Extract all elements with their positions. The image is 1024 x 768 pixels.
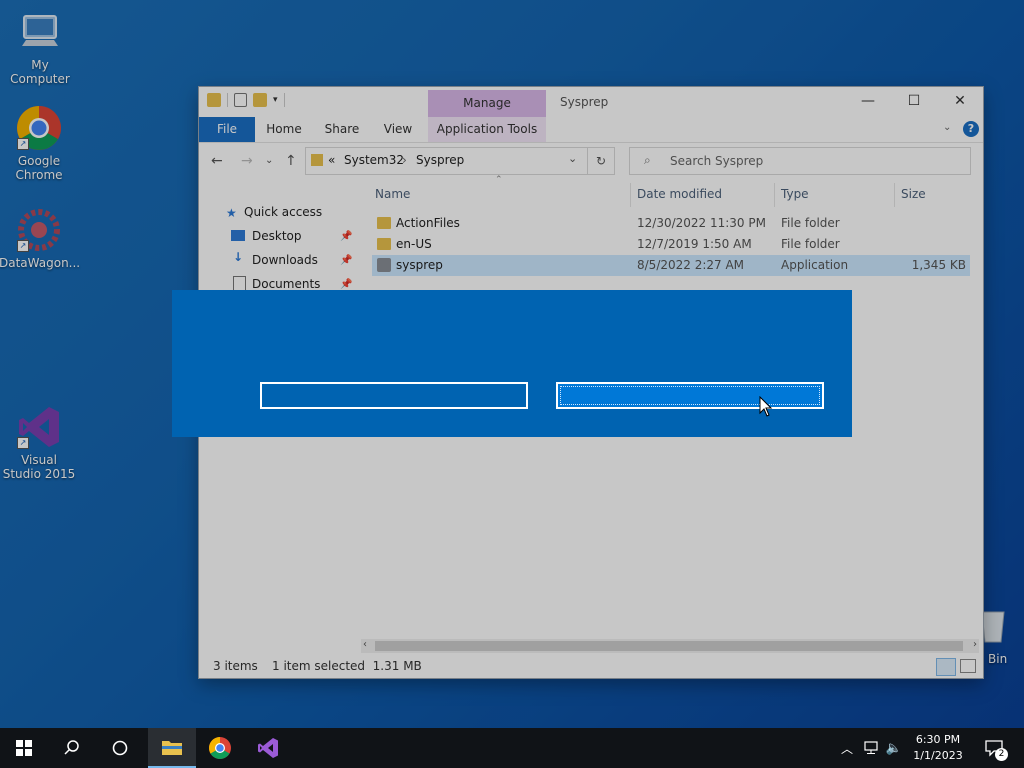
dialog-secondary-button[interactable]: [260, 382, 528, 409]
confirmation-dialog: [172, 290, 852, 437]
search-icon: [64, 740, 79, 755]
file-explorer-icon: [162, 741, 182, 755]
windows-logo-icon: [16, 740, 32, 756]
taskbar-file-explorer[interactable]: [148, 728, 196, 768]
show-hidden-icons-icon[interactable]: ︿: [838, 728, 856, 768]
clock-time: 6:30 PM: [915, 733, 961, 746]
mouse-cursor-icon: [759, 396, 773, 417]
task-view-button[interactable]: [96, 728, 144, 768]
system-clock[interactable]: 6:30 PM 1/1/2023: [898, 732, 978, 764]
taskbar: ︿ 🔈 6:30 PM 1/1/2023 2: [0, 728, 1024, 768]
taskbar-visual-studio[interactable]: [244, 728, 292, 768]
network-icon[interactable]: [860, 728, 882, 768]
dialog-primary-button[interactable]: [556, 382, 824, 409]
taskbar-chrome[interactable]: [196, 728, 244, 768]
action-center-icon[interactable]: 2: [980, 728, 1008, 768]
clock-date: 1/1/2023: [913, 749, 963, 762]
notification-badge: 2: [995, 748, 1008, 761]
visual-studio-icon: [258, 738, 278, 758]
start-button[interactable]: [0, 728, 48, 768]
taskbar-search-button[interactable]: [48, 728, 96, 768]
chrome-icon: [209, 737, 231, 759]
cortana-circle-icon: [112, 740, 128, 756]
